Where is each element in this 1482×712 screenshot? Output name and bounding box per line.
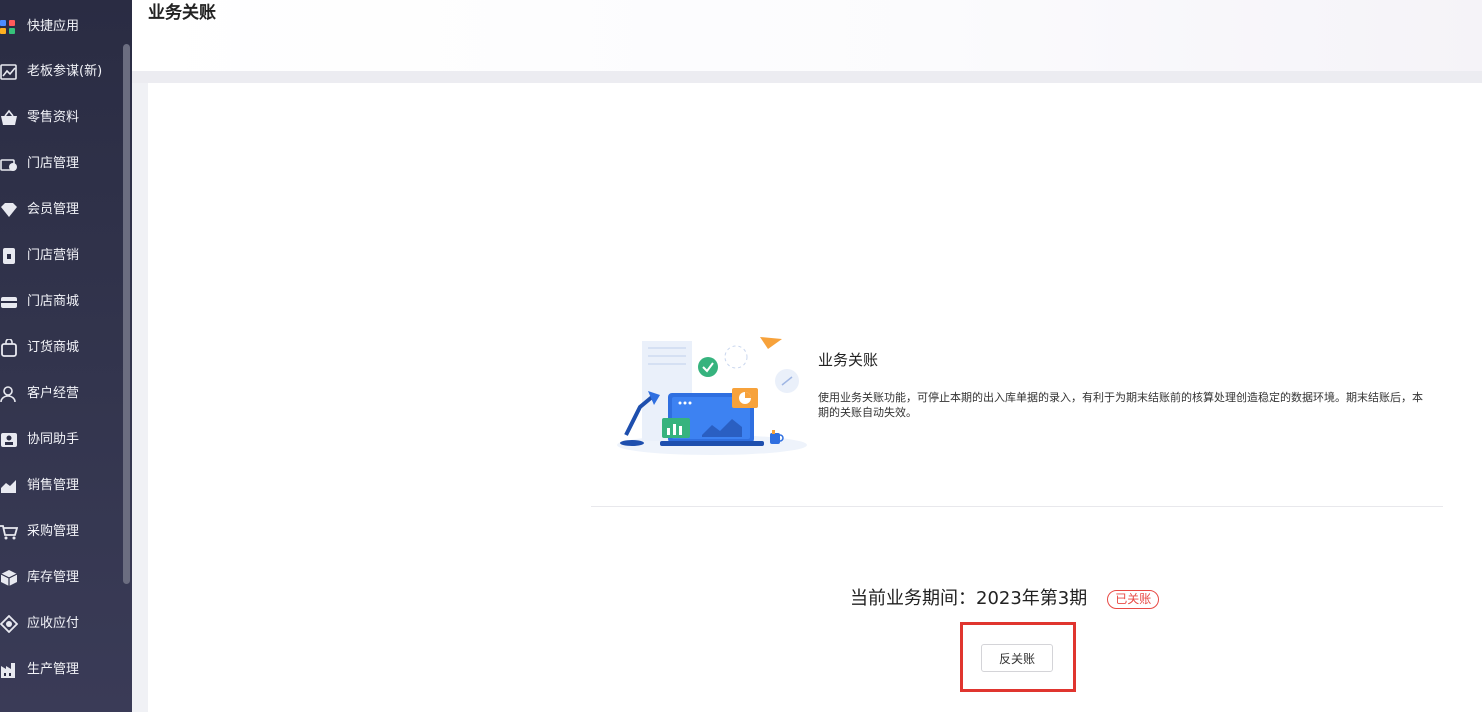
sidebar-item-store-marketing[interactable]: 门店营销 xyxy=(0,241,122,271)
sidebar-scrollbar[interactable] xyxy=(123,44,130,584)
member-heart-icon xyxy=(0,200,18,220)
feature-title: 业务关账 xyxy=(818,351,879,369)
page-title: 业务关账 xyxy=(148,3,216,23)
sidebar-item-purchase-management[interactable]: 采购管理 xyxy=(0,517,122,547)
section-divider xyxy=(591,506,1443,507)
sidebar-item-receivable-payable[interactable]: 应收应付 xyxy=(0,609,122,639)
sidebar-item-production-management[interactable]: 生产管理 xyxy=(0,655,122,685)
sidebar-item-order-mall[interactable]: 订货商城 xyxy=(0,333,122,363)
sidebar-item-label: 销售管理 xyxy=(27,478,80,493)
sidebar-item-label: 会员管理 xyxy=(27,202,80,217)
sidebar-item-label: 采购管理 xyxy=(27,524,80,539)
sidebar-item-sales-management[interactable]: 销售管理 xyxy=(0,471,122,501)
apps-grid-icon xyxy=(0,17,18,37)
sidebar-item-label: 门店管理 xyxy=(27,156,80,171)
current-period: 当前业务期间： 2023年第3期 已关账 xyxy=(850,587,1160,611)
sidebar-item-member-management[interactable]: 会员管理 xyxy=(0,195,122,225)
sidebar: 快捷应用 老板参谋(新) 零售资料 门店管理 会员管理 门店营销 门店商城 订货… xyxy=(0,0,132,712)
reverse-close-button[interactable]: 反关账 xyxy=(981,644,1053,672)
main-panel: 业务关账 使用业务关账功能，可停止本期的出入库单据的录入，有利于为期末结账前的核… xyxy=(148,83,1482,712)
sidebar-item-label: 快捷应用 xyxy=(27,19,80,34)
sidebar-item-label: 库存管理 xyxy=(27,570,80,585)
cart-icon xyxy=(0,522,18,542)
header-divider xyxy=(132,71,1482,83)
mall-icon xyxy=(0,292,18,312)
sidebar-item-label: 老板参谋(新) xyxy=(27,64,103,79)
contact-card-icon xyxy=(0,430,18,450)
sidebar-item-collaboration[interactable]: 协同助手 xyxy=(0,425,122,455)
period-label: 当前业务期间： xyxy=(850,588,976,609)
sidebar-item-label: 门店商城 xyxy=(27,294,80,309)
sidebar-item-retail-data[interactable]: 零售资料 xyxy=(0,103,122,133)
sidebar-item-boss-advisor[interactable]: 老板参谋(新) xyxy=(0,57,122,87)
chart-analytics-icon xyxy=(0,62,18,82)
store-camera-icon xyxy=(0,154,18,174)
factory-icon xyxy=(0,660,18,680)
sidebar-item-store-management[interactable]: 门店管理 xyxy=(0,149,122,179)
box-icon xyxy=(0,568,18,588)
sales-trend-icon xyxy=(0,476,18,496)
customer-icon xyxy=(0,384,18,404)
basket-icon xyxy=(0,108,18,128)
sidebar-item-store-mall[interactable]: 门店商城 xyxy=(0,287,122,317)
status-badge: 已关账 xyxy=(1107,589,1160,609)
period-value: 2023年第3期 xyxy=(976,588,1088,609)
sidebar-item-quick-apps[interactable]: 快捷应用 xyxy=(0,12,122,42)
finance-icon xyxy=(0,614,18,634)
shopping-bag-icon xyxy=(0,338,18,358)
sidebar-item-customer-operation[interactable]: 客户经营 xyxy=(0,379,122,409)
page-header: 业务关账 xyxy=(132,0,1482,71)
sidebar-item-inventory-management[interactable]: 库存管理 xyxy=(0,563,122,593)
sidebar-item-label: 应收应付 xyxy=(27,616,80,631)
sidebar-item-label: 门店营销 xyxy=(27,248,80,263)
feature-description: 使用业务关账功能，可停止本期的出入库单据的录入，有利于为期末结账前的核算处理创造… xyxy=(818,391,1423,419)
sidebar-item-label: 客户经营 xyxy=(27,386,80,401)
sidebar-item-label: 订货商城 xyxy=(27,340,80,355)
sidebar-item-label: 零售资料 xyxy=(27,110,80,125)
sidebar-item-label: 生产管理 xyxy=(27,662,80,677)
tag-icon xyxy=(0,246,18,266)
close-books-illustration xyxy=(612,333,812,458)
sidebar-item-label: 协同助手 xyxy=(27,432,80,447)
